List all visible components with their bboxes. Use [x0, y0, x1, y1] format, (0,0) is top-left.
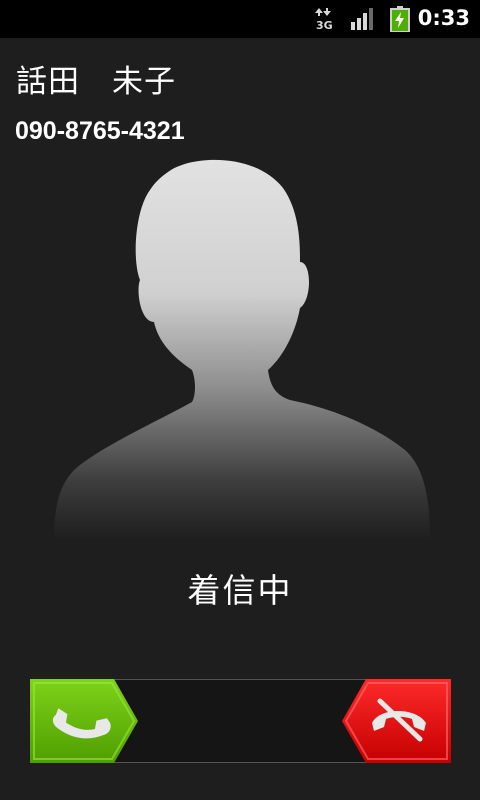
caller-number: 090-8765-4321 — [15, 117, 185, 145]
decline-call-button[interactable] — [340, 679, 451, 763]
call-status: 着信中 — [187, 571, 293, 610]
status-time: 0:33 — [417, 6, 470, 30]
signal-strength-icon — [351, 8, 373, 30]
status-bar: 3G 0:33 — [0, 0, 480, 38]
network-type-label: 3G — [316, 19, 333, 31]
battery-charging-icon — [390, 6, 410, 32]
contact-photo-placeholder — [54, 159, 430, 540]
answer-call-button[interactable] — [30, 679, 140, 763]
3g-data-icon: 3G — [315, 8, 333, 31]
incoming-call-screen: 3G 0:33 話田 未子 090-8765-4321 着信中 — [0, 0, 480, 800]
caller-name: 話田 未子 — [16, 64, 176, 100]
